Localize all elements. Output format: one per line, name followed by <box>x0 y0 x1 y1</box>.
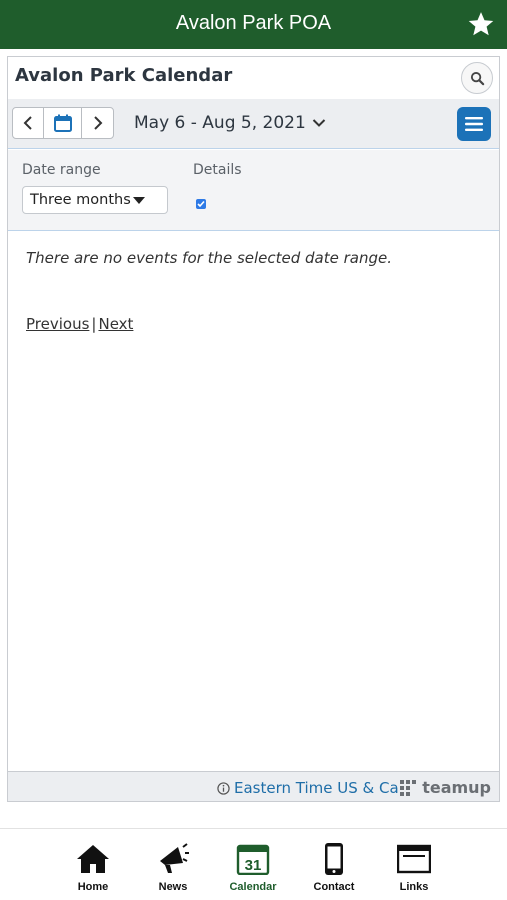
tab-label: Home <box>77 881 109 893</box>
details-label: Details <box>193 162 242 178</box>
check-icon <box>197 200 205 208</box>
chevron-right-icon <box>93 116 102 130</box>
next-period-button[interactable] <box>82 108 113 138</box>
tab-links[interactable]: Links <box>384 843 444 893</box>
search-icon <box>470 71 485 86</box>
calendar-icon <box>53 114 72 132</box>
brand-name: teamup <box>422 778 491 797</box>
menu-button[interactable] <box>457 107 491 141</box>
date-range-label: Date range <box>22 162 101 178</box>
browser-window-icon <box>397 844 431 874</box>
next-link[interactable]: Next <box>98 315 133 333</box>
tab-label: News <box>158 881 188 893</box>
caret-down-icon <box>133 197 145 204</box>
bottom-tab-bar: Home News 31 Calendar Contact Links <box>0 828 507 900</box>
today-button[interactable] <box>44 108 82 138</box>
hamburger-menu-icon <box>465 117 483 131</box>
calendar-footer: Eastern Time US & Ca teamup <box>8 771 499 801</box>
calendar-icon: 31 <box>236 844 270 875</box>
date-nav-group <box>12 107 114 139</box>
app-header: Avalon Park POA <box>0 0 507 49</box>
empty-state-message: There are no events for the selected dat… <box>26 249 393 267</box>
chevron-left-icon <box>23 116 32 130</box>
previous-period-button[interactable] <box>13 108 44 138</box>
info-icon <box>217 781 230 795</box>
chevron-down-icon <box>312 119 326 127</box>
star-icon[interactable] <box>467 10 495 38</box>
date-range-picker[interactable]: May 6 - Aug 5, 2021 <box>134 113 326 133</box>
tab-label: Contact <box>313 881 355 893</box>
search-button[interactable] <box>461 62 493 94</box>
tab-home[interactable]: Home <box>63 843 123 893</box>
calendar-toolbar: May 6 - Aug 5, 2021 <box>8 99 499 149</box>
previous-link[interactable]: Previous <box>26 315 89 333</box>
tab-label: Links <box>399 881 429 893</box>
details-checkbox[interactable] <box>196 199 206 209</box>
teamup-grid-icon <box>400 779 417 796</box>
calendar-badge: 31 <box>245 857 262 874</box>
teamup-logo[interactable]: teamup <box>400 778 491 797</box>
megaphone-icon <box>160 843 189 873</box>
tab-label: Calendar <box>229 881 277 893</box>
tab-news[interactable]: News <box>143 843 203 893</box>
pager: Previous | Next <box>26 315 133 333</box>
phone-icon <box>325 843 343 875</box>
pager-separator: | <box>91 315 97 333</box>
date-range-select-value: Three months <box>30 192 131 208</box>
tab-calendar[interactable]: 31 Calendar <box>223 843 283 893</box>
calendar-title: Avalon Park Calendar <box>15 65 233 86</box>
date-range-text: May 6 - Aug 5, 2021 <box>134 113 306 133</box>
tab-contact[interactable]: Contact <box>304 843 364 893</box>
home-icon <box>77 845 109 873</box>
timezone-text: Eastern Time US & Ca <box>234 779 399 797</box>
timezone-link[interactable]: Eastern Time US & Ca <box>217 779 399 797</box>
date-range-select[interactable]: Three months <box>22 186 168 214</box>
filters-panel: Date range Details Three months <box>8 150 499 231</box>
calendar-frame: Avalon Park Calendar May 6 - Aug 5, 2021… <box>7 56 500 802</box>
app-title: Avalon Park POA <box>175 12 332 34</box>
